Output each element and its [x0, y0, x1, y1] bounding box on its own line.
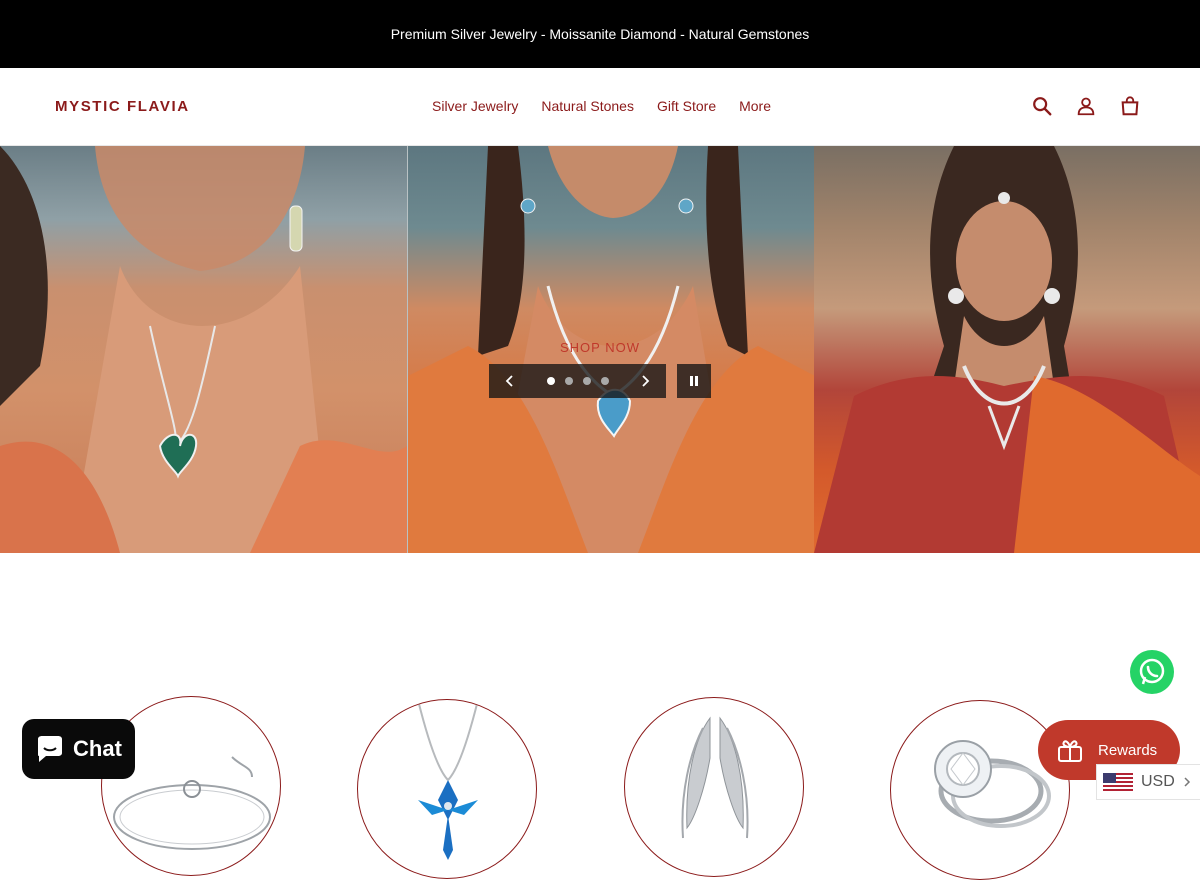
- site-header: MYSTIC FLAVIA Silver Jewelry Natural Sto…: [0, 68, 1200, 146]
- category-diamond-ring[interactable]: [890, 700, 1070, 880]
- category-blue-pendant[interactable]: [357, 699, 537, 879]
- hero-slideshow[interactable]: SHOP NOW: [0, 146, 1200, 553]
- chevron-right-icon: [1184, 777, 1190, 787]
- wing-earrings-image: [681, 716, 749, 839]
- gift-icon: [1058, 740, 1082, 762]
- site-logo[interactable]: MYSTIC FLAVIA: [55, 98, 190, 115]
- slide-dot-1[interactable]: [546, 377, 555, 385]
- announcement-text: Premium Silver Jewelry - Moissanite Diam…: [390, 26, 810, 42]
- whatsapp-icon[interactable]: [1130, 650, 1174, 694]
- shop-now-button[interactable]: SHOP NOW: [0, 340, 1200, 355]
- nav-more[interactable]: More: [739, 98, 771, 114]
- slide-dot-3[interactable]: [582, 377, 591, 385]
- chevron-right-icon[interactable]: [624, 364, 666, 398]
- category-wing-earrings[interactable]: [624, 697, 804, 877]
- header-icons: [1030, 94, 1142, 118]
- slide-dot-2[interactable]: [564, 377, 573, 385]
- currency-selector[interactable]: USD: [1096, 764, 1200, 800]
- main-nav: Silver Jewelry Natural Stones Gift Store…: [432, 98, 771, 114]
- cart-icon[interactable]: [1118, 94, 1142, 118]
- nav-silver-jewelry[interactable]: Silver Jewelry: [432, 98, 518, 114]
- chevron-left-icon[interactable]: [489, 364, 531, 398]
- search-icon[interactable]: [1030, 94, 1054, 118]
- pause-icon[interactable]: [677, 364, 711, 398]
- rewards-label: Rewards: [1098, 741, 1158, 759]
- nav-gift-store[interactable]: Gift Store: [657, 98, 716, 114]
- nav-natural-stones[interactable]: Natural Stones: [541, 98, 634, 114]
- us-flag-icon: [1103, 773, 1133, 791]
- diamond-ring-image: [934, 740, 1051, 828]
- chat-label: Chat: [73, 736, 122, 761]
- slide-dots: [531, 377, 624, 385]
- account-icon[interactable]: [1074, 94, 1098, 118]
- chat-button[interactable]: Chat: [22, 719, 135, 779]
- slideshow-controls: [489, 364, 666, 398]
- blue-pendant-necklace-image: [417, 700, 479, 860]
- currency-label: USD: [1141, 773, 1175, 790]
- slide-dot-4[interactable]: [600, 377, 609, 385]
- announcement-bar: Premium Silver Jewelry - Moissanite Diam…: [0, 0, 1200, 68]
- chat-bubble-icon: [38, 736, 63, 762]
